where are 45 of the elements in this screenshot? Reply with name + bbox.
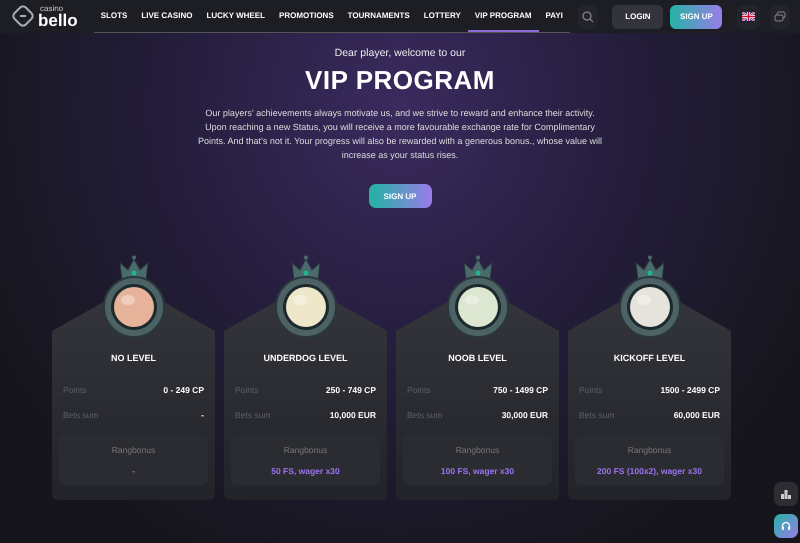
chat-icon — [774, 10, 786, 22]
language-selector[interactable] — [737, 4, 760, 28]
podium-icon — [781, 490, 791, 498]
intro-paragraph: Our players’ achievements always motivate us, and we strive to reward and enhance their activity. Upon reaching a new Status, you will receive a more favourable exchange rate for Complimentary Points. And that’s not it. Your progress will also be rewarded with a generous bonus., whose value will increase as your status rises. — [196, 107, 604, 162]
leaderboard-button[interactable] — [774, 482, 798, 506]
welcome-text: Dear player, welcome to our — [334, 47, 466, 59]
level-name: NOOB LEVEL — [447, 353, 508, 363]
chat-button[interactable] — [770, 4, 790, 28]
search-button[interactable] — [578, 4, 598, 28]
level-name: UNDERDOG LEVEL — [262, 353, 348, 363]
nav-link[interactable]: VIP PROGRAM — [468, 0, 539, 32]
bets-sum-value: 30,000 EUR — [502, 410, 548, 420]
points-value: 750 - 1499 CP — [493, 385, 548, 395]
headphones-icon — [781, 521, 791, 531]
points-value: 250 - 749 CP — [326, 385, 376, 395]
search-icon — [582, 10, 594, 22]
nav-link[interactable]: SLOTS — [94, 0, 134, 32]
logo-icon — [12, 5, 34, 28]
bonus-value: - — [132, 466, 135, 476]
bets-sum-value: 60,000 EUR — [674, 410, 720, 420]
bets-sum-value: 10,000 EUR — [330, 410, 376, 420]
logo-text: bello — [38, 12, 78, 28]
support-button[interactable] — [774, 514, 798, 538]
bonus-value: 200 FS (100x2), wager x30 — [597, 466, 702, 476]
nav-link[interactable]: TOURNAMENTS — [340, 0, 417, 32]
bonus-value: 50 FS, wager x30 — [271, 466, 340, 476]
bonus-label: Rangbonus — [112, 444, 156, 454]
bonus-label: Rangbonus — [628, 444, 672, 454]
logo-text-small: casino — [40, 4, 64, 13]
level-name: NO LEVEL — [110, 353, 157, 363]
flag-icon — [742, 12, 756, 21]
points-value: 0 - 249 CP — [163, 385, 204, 395]
page-title: VIP PROGRAM — [305, 65, 495, 96]
points-value: 1500 - 2499 CP — [660, 385, 720, 395]
nav-link[interactable]: LOTTERY — [416, 0, 468, 32]
nav-link[interactable]: PAYI — [538, 0, 570, 32]
nav-link[interactable]: PROMOTIONS — [272, 0, 341, 32]
bets-sum-value: - — [201, 410, 204, 420]
bonus-value: 100 FS, wager x30 — [440, 466, 514, 476]
bonus-label: Rangbonus — [284, 444, 328, 454]
level-name: KICKOFF LEVEL — [612, 353, 686, 363]
login-button[interactable]: LOGIN — [612, 4, 664, 28]
bonus-label: Rangbonus — [456, 444, 500, 454]
nav-link[interactable]: LIVE CASINO — [134, 0, 200, 32]
nav-link[interactable]: LUCKY WHEEL — [199, 0, 272, 32]
